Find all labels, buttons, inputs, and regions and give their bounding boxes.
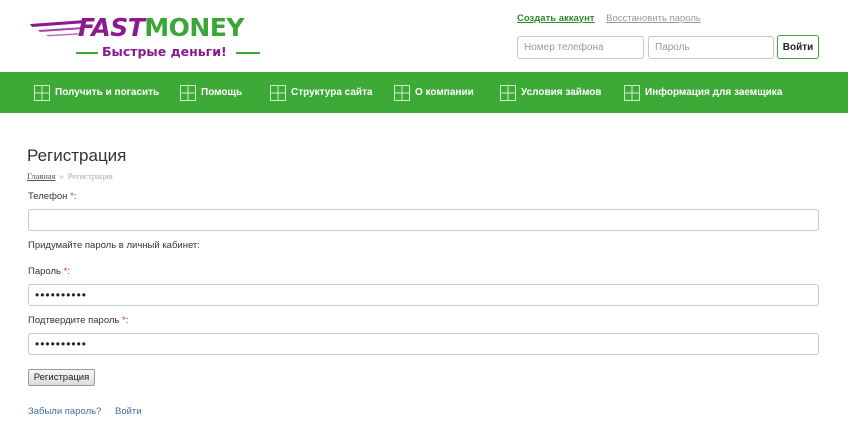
label-colon: : xyxy=(73,191,77,202)
confirm-label-text: Подтвердите пароль xyxy=(28,315,120,326)
password-hint: Придумайте пароль в личный кабинет: xyxy=(28,240,200,251)
main-nav: Получить и погасить Помощь Структура сай… xyxy=(0,72,848,113)
grid-icon xyxy=(624,84,640,101)
login-phone-input[interactable] xyxy=(517,36,644,59)
nav-item-borrower-info[interactable]: Информация для заемщика xyxy=(624,72,782,113)
grid-icon xyxy=(500,84,516,101)
login-button[interactable]: Войти xyxy=(777,35,819,59)
create-account-link[interactable]: Создать аккаунт xyxy=(517,13,594,24)
nav-item-label: Информация для заемщика xyxy=(645,87,783,98)
nav-item-help[interactable]: Помощь xyxy=(180,72,242,113)
logo-fast: FAST xyxy=(78,13,145,42)
phone-label-text: Телефон xyxy=(28,191,68,202)
nav-item-label: О компании xyxy=(415,87,474,98)
page-title: Регистрация xyxy=(27,146,127,165)
breadcrumb: Главная» Регистрация xyxy=(27,171,113,181)
nav-item-label: Получить и погасить xyxy=(55,87,160,98)
nav-item-label: Помощь xyxy=(201,87,243,98)
phone-input[interactable] xyxy=(28,209,819,231)
grid-icon xyxy=(180,84,196,101)
nav-item-label: Структура сайта xyxy=(291,87,373,98)
breadcrumb-home-link[interactable]: Главная xyxy=(27,171,56,181)
site-header: FASTMONEY Быстрые деньги! Создать аккаун… xyxy=(0,0,848,72)
logo-money: MONEY xyxy=(144,13,244,42)
label-colon: : xyxy=(67,266,70,277)
bottom-links: Забыли пароль? Войти xyxy=(28,406,142,417)
account-links: Создать аккаунт Восстановить пароль xyxy=(517,13,701,24)
tagline-rule-right xyxy=(236,52,260,54)
grid-icon xyxy=(270,84,286,101)
logo-wordmark: FASTMONEY xyxy=(78,14,244,42)
nav-item-site-structure[interactable]: Структура сайта xyxy=(270,72,373,113)
nav-item-get-and-repay[interactable]: Получить и погасить xyxy=(34,72,159,113)
restore-password-link[interactable]: Восстановить пароль xyxy=(606,13,701,24)
forgot-password-link[interactable]: Забыли пароль? xyxy=(28,406,101,417)
password-input[interactable] xyxy=(28,284,819,306)
password-label-text: Пароль xyxy=(28,266,61,277)
grid-icon xyxy=(34,84,50,101)
phone-label: Телефон *: xyxy=(28,191,76,202)
login-link[interactable]: Войти xyxy=(115,406,142,417)
tagline-rule-left xyxy=(76,52,98,54)
nav-item-loan-terms[interactable]: Условия займов xyxy=(500,72,601,113)
fastmoney-logo[interactable]: FASTMONEY Быстрые деньги! xyxy=(28,10,260,62)
breadcrumb-separator: » xyxy=(59,171,64,181)
register-button[interactable]: Регистрация xyxy=(28,369,95,386)
label-colon: : xyxy=(125,315,129,326)
nav-item-label: Условия займов xyxy=(521,87,602,98)
confirm-password-label: Подтвердите пароль *: xyxy=(28,315,128,326)
logo-tagline: Быстрые деньги! xyxy=(102,44,227,59)
login-password-input[interactable] xyxy=(648,36,774,59)
password-label: Пароль *: xyxy=(28,266,70,277)
grid-icon xyxy=(394,84,410,101)
confirm-password-input[interactable] xyxy=(28,333,819,355)
breadcrumb-current: Регистрация xyxy=(67,171,113,181)
nav-item-about[interactable]: О компании xyxy=(394,72,474,113)
